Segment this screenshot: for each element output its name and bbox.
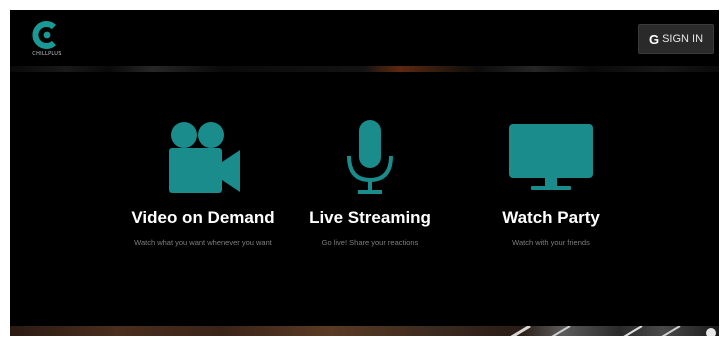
feature-description: Watch with your friends <box>512 238 590 247</box>
logo[interactable]: CHILLPLUS <box>26 18 68 64</box>
top-header: CHILLPLUS G SIGN IN <box>10 10 719 68</box>
feature-description: Watch what you want whenever you want <box>134 238 272 247</box>
logo-text: CHILLPLUS <box>32 51 62 57</box>
logo-c-icon <box>32 21 57 49</box>
landing-page: CHILLPLUS G SIGN IN Video on Demand Watc… <box>10 10 719 336</box>
feature-title: Live Streaming <box>309 208 431 227</box>
feature-title: Video on Demand <box>131 208 275 227</box>
feature-live-streaming: Live Streaming Go live! Share your react… <box>285 118 455 249</box>
video-camera-icon <box>169 122 240 193</box>
sign-in-button[interactable]: G SIGN IN <box>638 24 714 54</box>
monitor-icon <box>509 124 593 190</box>
bottom-photo-strip <box>10 326 719 336</box>
feature-title: Watch Party <box>502 208 600 227</box>
banner-strip <box>10 66 719 72</box>
google-g-icon: G <box>648 31 660 47</box>
feature-video-on-demand: Video on Demand Watch what you want when… <box>118 118 288 249</box>
microphone-icon <box>347 120 393 194</box>
feature-watch-party: Watch Party Watch with your friends <box>466 118 636 249</box>
sign-in-label: SIGN IN <box>662 33 704 45</box>
feature-description: Go live! Share your reactions <box>321 238 419 247</box>
